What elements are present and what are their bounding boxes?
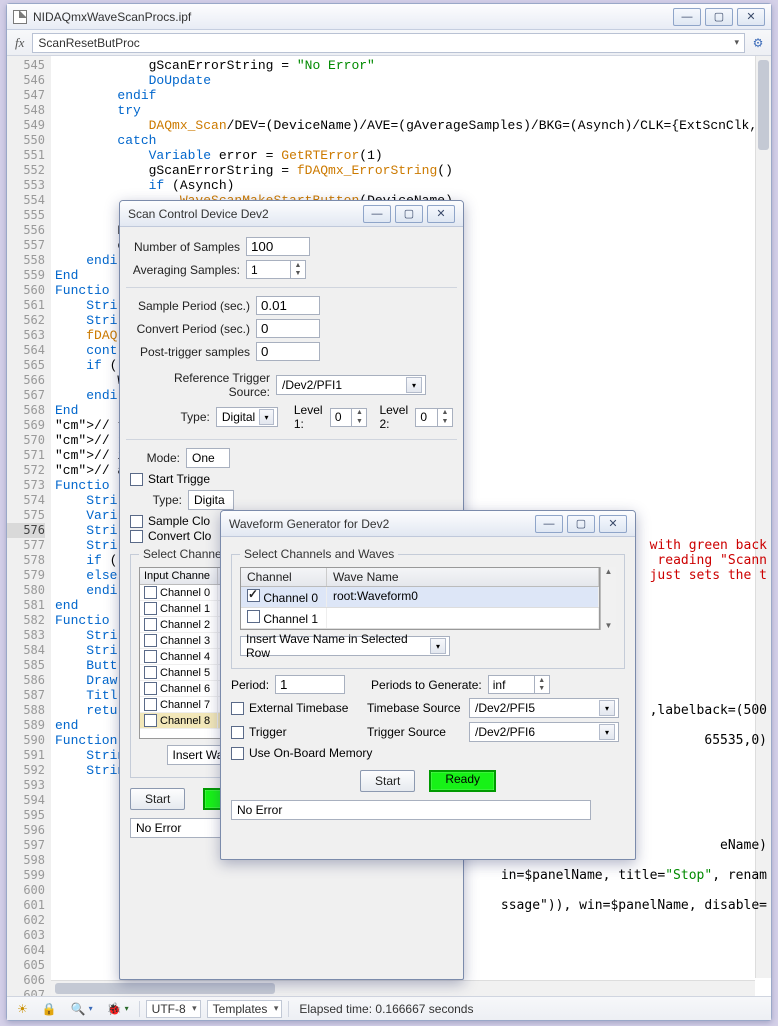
wave-ch1-check[interactable] xyxy=(247,610,260,623)
fx-icon: fx xyxy=(11,35,28,51)
statusbar: ☀ 🔒 🔍▾ 🐞▾ UTF-8 Templates Elapsed time: … xyxy=(7,996,771,1020)
wave-panel-titlebar[interactable]: Waveform Generator for Dev2 — ▢ ✕ xyxy=(221,511,635,537)
onboard-memory-check[interactable] xyxy=(231,747,244,760)
scan-panel-title: Scan Control Device Dev2 xyxy=(128,207,363,221)
mode-label: Mode: xyxy=(130,451,180,465)
sample-clock-label: Sample Clo xyxy=(148,514,210,528)
trigger-check[interactable] xyxy=(231,726,244,739)
ext-timebase-check[interactable] xyxy=(231,702,244,715)
wave-trigger-label: Trigger xyxy=(249,725,287,739)
horizontal-scrollbar[interactable] xyxy=(51,980,755,996)
minimize-button[interactable]: — xyxy=(673,8,701,26)
bug-icon[interactable]: 🐞▾ xyxy=(103,1000,133,1018)
gear-icon[interactable]: ⚙ xyxy=(749,34,767,52)
post-trigger-label: Post-trigger samples xyxy=(130,345,250,359)
timebase-src-label: Timebase Source xyxy=(367,701,463,715)
wave-channels-legend: Select Channels and Waves xyxy=(240,547,398,561)
close-button[interactable]: ✕ xyxy=(737,8,765,26)
num-samples-input[interactable] xyxy=(246,237,310,256)
convert-clock-label: Convert Clo xyxy=(148,529,211,543)
convert-period-input[interactable] xyxy=(256,319,320,338)
start-trigger-check[interactable] xyxy=(130,473,143,486)
wave-ready-indicator: Ready xyxy=(429,770,496,792)
wave-insert-wave-combo[interactable]: Insert Wave Name in Selected Row▾ xyxy=(240,636,450,656)
procedure-name: ScanResetButProc xyxy=(38,36,139,50)
ext-timebase-label: External Timebase xyxy=(249,701,348,715)
wave-ch0-check[interactable] xyxy=(247,589,260,602)
post-trigger-input[interactable] xyxy=(256,342,320,361)
periods-gen-label: Periods to Generate: xyxy=(371,678,482,692)
trigger-src-combo[interactable]: /Dev2/PFI6▾ xyxy=(469,722,619,742)
maximize-button[interactable]: ▢ xyxy=(705,8,733,26)
trigger-src-label: Trigger Source xyxy=(367,725,463,739)
period-label: Period: xyxy=(231,678,269,692)
wave-start-button[interactable]: Start xyxy=(360,770,415,792)
waveform-generator-panel: Waveform Generator for Dev2 — ▢ ✕ Select… xyxy=(220,510,636,860)
ref-trigger-combo[interactable]: /Dev2/PFI1▾ xyxy=(276,375,426,395)
level2-spinner[interactable]: 0▲▼ xyxy=(415,408,453,427)
sample-clock-check[interactable] xyxy=(130,515,143,528)
level1-spinner[interactable]: 0▲▼ xyxy=(330,408,368,427)
sun-icon[interactable]: ☀ xyxy=(13,1000,32,1018)
magnify-icon[interactable]: 🔍▾ xyxy=(67,1000,97,1018)
onboard-memory-label: Use On-Board Memory xyxy=(249,746,372,760)
wave-close-button[interactable]: ✕ xyxy=(599,515,627,533)
window-title: NIDAQmxWaveScanProcs.ipf xyxy=(33,10,673,24)
wave-channels-group: Select Channels and Waves Channel Wave N… xyxy=(231,547,625,669)
avg-samples-label: Averaging Samples: xyxy=(130,263,240,277)
level1-label: Level 1: xyxy=(294,403,324,431)
period-input[interactable] xyxy=(275,675,345,694)
trigger-type-label: Type: xyxy=(160,410,210,424)
wave-panel-title: Waveform Generator for Dev2 xyxy=(229,517,535,531)
start-trigger-label: Start Trigge xyxy=(148,472,210,486)
num-samples-label: Number of Samples xyxy=(130,240,240,254)
encoding-selector[interactable]: UTF-8 xyxy=(146,1000,201,1018)
mode-combo[interactable]: One xyxy=(186,448,230,468)
toolbar: fx ScanResetButProc ▾ ⚙ xyxy=(7,30,771,56)
trigger-type-combo[interactable]: Digital▾ xyxy=(216,407,278,427)
level2-label: Level 2: xyxy=(379,403,409,431)
scan-start-button[interactable]: Start xyxy=(130,788,185,810)
procedure-selector[interactable]: ScanResetButProc ▾ xyxy=(32,33,745,53)
wave-minimize-button[interactable]: — xyxy=(535,515,563,533)
scan-panel-titlebar[interactable]: Scan Control Device Dev2 — ▢ ✕ xyxy=(120,201,463,227)
wave-channel-grid[interactable]: Channel Wave Name Channel 0 root:Wavefor… xyxy=(240,567,600,630)
scan-maximize-button[interactable]: ▢ xyxy=(395,205,423,223)
titlebar: NIDAQmxWaveScanProcs.ipf — ▢ ✕ xyxy=(7,4,771,30)
ref-trigger-label: Reference Trigger Source: xyxy=(130,371,270,399)
elapsed-time: Elapsed time: 0.166667 seconds xyxy=(295,1000,477,1018)
document-icon xyxy=(13,10,27,24)
avg-samples-spinner[interactable]: 1▲▼ xyxy=(246,260,306,279)
templates-selector[interactable]: Templates xyxy=(207,1000,283,1018)
convert-period-label: Convert Period (sec.) xyxy=(130,322,250,336)
timebase-src-combo[interactable]: /Dev2/PFI5▾ xyxy=(469,698,619,718)
lock-icon[interactable]: 🔒 xyxy=(38,1000,61,1018)
wave-maximize-button[interactable]: ▢ xyxy=(567,515,595,533)
scan-minimize-button[interactable]: — xyxy=(363,205,391,223)
start-trigger-type-label: Type: xyxy=(148,493,182,507)
convert-clock-check[interactable] xyxy=(130,530,143,543)
wave-grid-scrollbar[interactable]: ▲▼ xyxy=(600,567,616,630)
sample-period-input[interactable] xyxy=(256,296,320,315)
sample-period-label: Sample Period (sec.) xyxy=(130,299,250,313)
scan-close-button[interactable]: ✕ xyxy=(427,205,455,223)
line-gutter: 5455465475485495505515525535545555565575… xyxy=(7,56,51,996)
periods-gen-spinner[interactable]: inf▲▼ xyxy=(488,675,550,694)
wave-error-output: No Error xyxy=(231,800,591,820)
start-trigger-type-combo[interactable]: Digita xyxy=(188,490,234,510)
